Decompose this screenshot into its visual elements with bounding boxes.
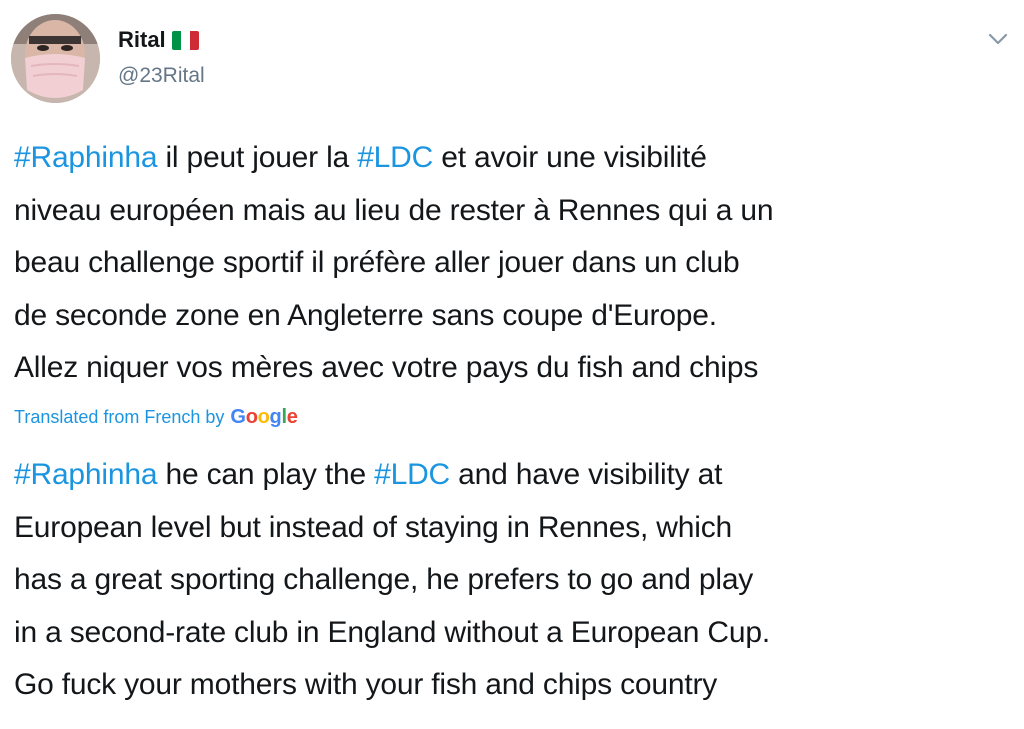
text-line: Go fuck your mothers with your fish and … xyxy=(14,659,1014,712)
chevron-down-icon[interactable] xyxy=(984,28,1012,50)
user-handle[interactable]: @23Rital xyxy=(118,62,205,90)
text-line: #Raphinha il peut jouer la #LDC et avoir… xyxy=(14,132,1014,185)
text-line: niveau européen mais au lieu de rester à… xyxy=(14,185,1014,238)
user-name-row[interactable]: Rital xyxy=(118,25,199,55)
text-segment: Go fuck your mothers with your fish and … xyxy=(14,668,718,701)
text-line: in a second-rate club in England without… xyxy=(14,607,1014,660)
flag-stripe xyxy=(189,30,199,50)
avatar[interactable] xyxy=(11,14,100,103)
text-line: #Raphinha he can play the #LDC and have … xyxy=(14,449,1014,502)
tweet-card: Rital @23Rital #Raphinha il peut jouer l… xyxy=(0,0,1024,729)
hashtag-link[interactable]: #LDC xyxy=(357,141,433,174)
text-segment: in a second-rate club in England without… xyxy=(14,615,770,649)
text-line: European level but instead of staying in… xyxy=(14,502,1014,555)
text-line: beau challenge sportif il préfère aller … xyxy=(14,237,1014,290)
italy-flag-icon xyxy=(171,30,199,50)
display-name[interactable]: Rital xyxy=(118,25,166,55)
avatar-image xyxy=(11,14,100,103)
hashtag-link[interactable]: #LDC xyxy=(374,458,450,491)
text-segment: European level but instead of staying in… xyxy=(14,510,732,544)
flag-stripe xyxy=(171,30,181,50)
flag-stripe xyxy=(180,30,190,50)
text-segment: has a great sporting challenge, he prefe… xyxy=(14,563,754,596)
google-logo: Google xyxy=(230,406,298,428)
text-line: de seconde zone en Angleterre sans coupe… xyxy=(14,290,1014,343)
tweet-original-text: #Raphinha il peut jouer la #LDC et avoir… xyxy=(14,132,1014,395)
text-line: Allez niquer vos mères avec votre pays d… xyxy=(14,342,1014,395)
hashtag-link[interactable]: #Raphinha xyxy=(14,458,158,491)
text-segment: he can play the xyxy=(157,458,375,491)
text-line: has a great sporting challenge, he prefe… xyxy=(14,554,1014,607)
text-segment: Allez niquer vos mères avec votre pays d… xyxy=(14,351,759,384)
text-segment: and have visibility at xyxy=(450,458,723,491)
tweet-translated-text: #Raphinha he can play the #LDC and have … xyxy=(14,449,1014,712)
text-segment: il peut jouer la xyxy=(157,141,358,174)
text-segment: et avoir une visibilité xyxy=(433,141,707,174)
hashtag-link[interactable]: #Raphinha xyxy=(14,141,158,174)
translation-note[interactable]: Translated from French by Google xyxy=(14,406,298,429)
translation-note-label: Translated from French by xyxy=(14,407,225,427)
text-segment: beau challenge sportif il préfère aller … xyxy=(14,246,740,279)
text-segment: de seconde zone en Angleterre sans coupe… xyxy=(14,298,717,332)
text-segment: niveau européen mais au lieu de rester à… xyxy=(14,193,774,227)
